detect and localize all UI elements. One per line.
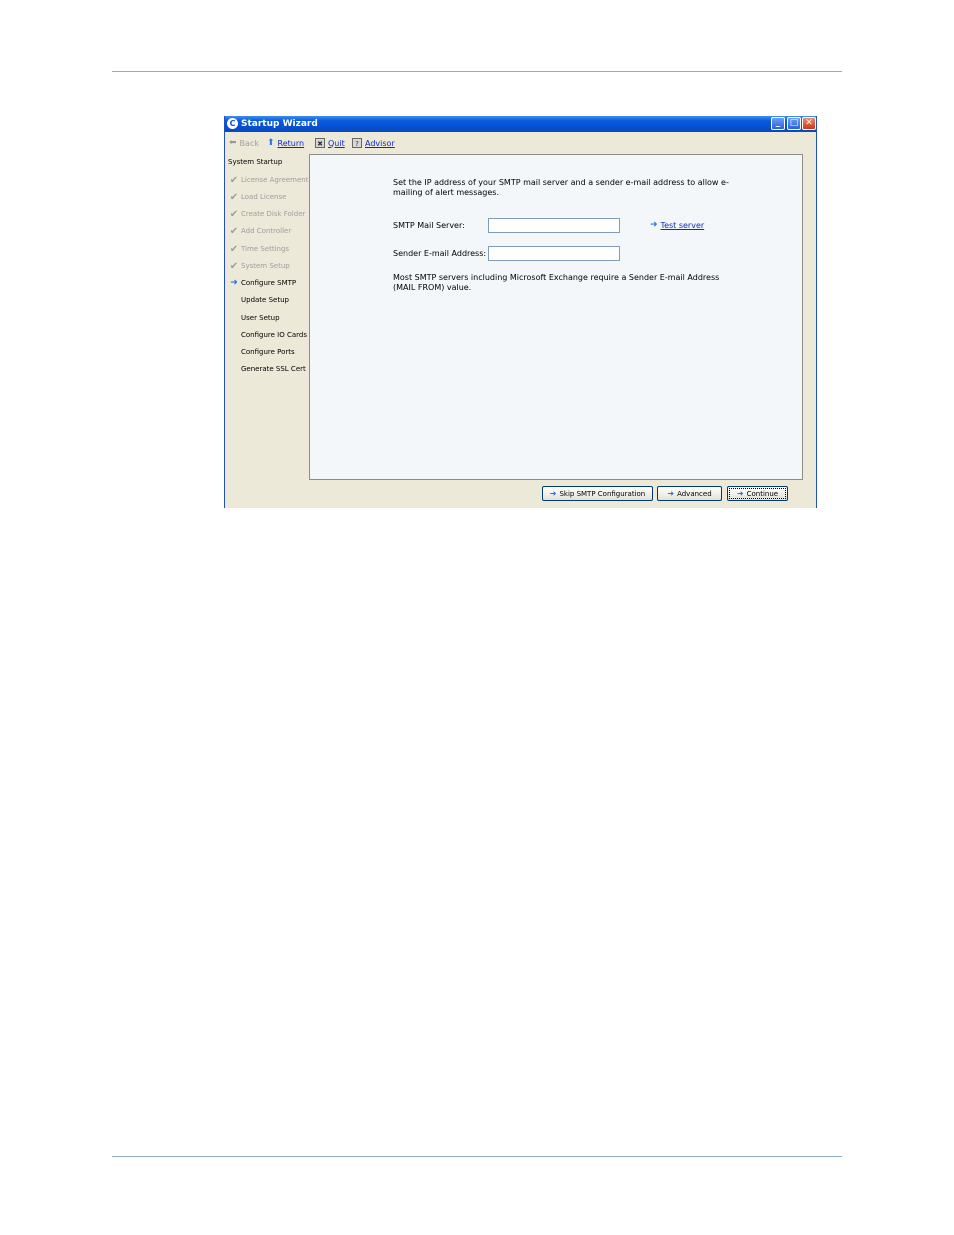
advanced-button[interactable]: ➜ Advanced (657, 486, 722, 501)
page-header-rule (112, 71, 842, 72)
back-button[interactable]: ⬅ Back (229, 138, 259, 148)
advisor-label: Advisor (365, 138, 395, 148)
startup-wizard-window: C Startup Wizard _ □ ✕ ⬅ Back ⬆ Return ✖… (224, 116, 817, 508)
back-label: Back (239, 138, 259, 148)
sender-email-input[interactable] (488, 246, 620, 261)
step-configure-smtp: ➜ Configure SMTP (227, 277, 296, 289)
step-label: Configure IO Cards (241, 331, 307, 339)
return-button[interactable]: ⬆ Return (267, 138, 304, 148)
step-label: Time Settings (241, 245, 290, 253)
advisor-button[interactable]: ? Advisor (352, 138, 395, 148)
continue-label: Continue (746, 489, 779, 498)
skip-smtp-button[interactable]: ➜ Skip SMTP Configuration (542, 486, 653, 501)
quit-button[interactable]: ✖ Quit (315, 138, 345, 148)
quit-label: Quit (328, 138, 345, 148)
test-server-label: Test server (660, 220, 705, 230)
step-configure-ports: Configure Ports (227, 346, 295, 358)
step-update-setup: Update Setup (227, 294, 289, 306)
step-label: System Setup (241, 262, 290, 270)
step-configure-io-cards: Configure IO Cards (227, 329, 307, 341)
arrow-right-icon: ➜ (230, 278, 238, 288)
smtp-mail-server-label: SMTP Mail Server: (393, 221, 465, 230)
skip-smtp-label: Skip SMTP Configuration (559, 489, 646, 498)
arrow-right-icon: ➜ (650, 220, 658, 230)
step-add-controller: ✔ Add Controller (227, 225, 291, 237)
maximize-button[interactable]: □ (787, 117, 801, 130)
checkmark-icon: ✔ (229, 243, 239, 255)
app-logo-icon: C (227, 118, 238, 129)
continue-button[interactable]: ➜ Continue (727, 486, 788, 501)
step-label: User Setup (241, 314, 280, 322)
checkmark-icon: ✔ (229, 225, 239, 237)
title-bar[interactable]: C Startup Wizard _ □ ✕ (225, 116, 816, 132)
checkmark-icon: ✔ (229, 260, 239, 272)
step-label: Configure SMTP (241, 279, 297, 287)
return-label: Return (277, 138, 305, 148)
step-label: License Agreement (241, 176, 309, 184)
step-label: Configure Ports (241, 348, 295, 356)
smtp-mail-server-input[interactable] (488, 218, 620, 233)
checkmark-icon: ✔ (229, 208, 239, 220)
step-label: Add Controller (241, 227, 292, 235)
arrow-up-icon: ⬆ (267, 138, 275, 148)
smtp-config-panel: Set the IP address of your SMTP mail ser… (309, 154, 803, 480)
step-generate-ssl-cert: Generate SSL Cert (227, 363, 306, 375)
step-label: Update Setup (241, 296, 289, 304)
sidebar-header: System Startup (228, 158, 283, 166)
step-system-setup: ✔ System Setup (227, 260, 290, 272)
step-load-license: ✔ Load License (227, 191, 287, 203)
page-footer-rule (112, 1156, 842, 1157)
wizard-steps-sidebar: System Startup ✔ License Agreement ✔ Loa… (225, 154, 309, 508)
step-license-agreement: ✔ License Agreement (227, 174, 309, 186)
minimize-button[interactable]: _ (771, 117, 785, 130)
smtp-description: Set the IP address of your SMTP mail ser… (393, 178, 729, 197)
window-title: Startup Wizard (241, 119, 318, 129)
quit-icon: ✖ (315, 138, 325, 148)
help-icon: ? (352, 138, 362, 148)
step-label: Load License (241, 193, 287, 201)
arrow-right-icon: ➜ (667, 489, 675, 498)
step-time-settings: ✔ Time Settings (227, 243, 289, 255)
step-label: Create Disk Folder (241, 210, 306, 218)
sender-email-label: Sender E-mail Address: (393, 249, 487, 258)
step-label: Generate SSL Cert (241, 365, 306, 373)
test-server-link[interactable]: ➜ Test server (650, 220, 704, 230)
toolbar: ⬅ Back ⬆ Return ✖ Quit ? Advisor (225, 134, 816, 152)
checkmark-icon: ✔ (229, 191, 239, 203)
step-create-disk-folder: ✔ Create Disk Folder (227, 208, 306, 220)
advanced-label: Advanced (677, 489, 712, 498)
close-button[interactable]: ✕ (802, 117, 816, 130)
arrow-right-icon: ➜ (736, 489, 744, 498)
smtp-note: Most SMTP servers including Microsoft Ex… (393, 273, 720, 292)
arrow-left-icon: ⬅ (229, 138, 237, 148)
step-user-setup: User Setup (227, 312, 280, 324)
arrow-right-icon: ➜ (549, 489, 557, 498)
checkmark-icon: ✔ (229, 174, 239, 186)
